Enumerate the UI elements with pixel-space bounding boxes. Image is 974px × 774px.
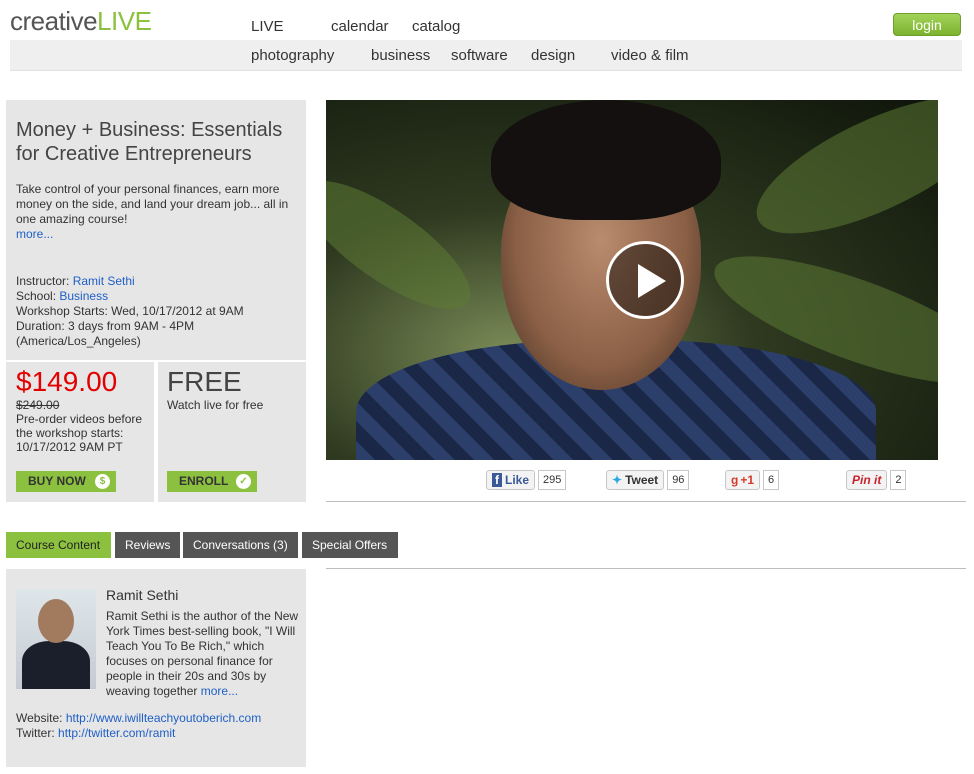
category-design[interactable]: design <box>531 47 575 64</box>
instructor-label: Instructor: <box>16 274 70 288</box>
free-label: FREE <box>167 366 242 397</box>
instructor-photo <box>16 589 96 689</box>
login-button[interactable]: login <box>893 13 961 36</box>
like-label: Like <box>505 473 530 487</box>
tab-reviews[interactable]: Reviews <box>115 532 180 558</box>
course-video[interactable] <box>326 100 938 460</box>
twitter-tweet: ✦ Tweet 96 <box>606 470 690 490</box>
like-count: 295 <box>538 470 567 490</box>
category-business[interactable]: business <box>371 47 430 64</box>
google-plus-button[interactable]: g +1 <box>725 470 761 490</box>
course-info-panel: Money + Business: Essentials for Creativ… <box>6 100 306 360</box>
instructor-links: Website: http://www.iwillteachyoutoberic… <box>16 711 261 741</box>
social-divider <box>326 501 966 502</box>
website-link[interactable]: http://www.iwillteachyoutoberich.com <box>66 711 261 725</box>
tab-special-offers[interactable]: Special Offers <box>302 532 398 558</box>
leaf-decoration <box>739 100 938 261</box>
logo-creative: creative <box>10 6 98 36</box>
tweet-label: Tweet <box>625 473 659 487</box>
tabs-divider <box>326 568 966 569</box>
twitter-label: Twitter: <box>16 726 55 740</box>
facebook-like-button[interactable]: f Like <box>486 470 536 490</box>
enroll-label: ENROLL <box>179 474 229 488</box>
workshop-duration: Duration: 3 days from 9AM - 4PM (America… <box>16 319 195 348</box>
plus-count: 6 <box>763 470 780 490</box>
tab-course-content[interactable]: Course Content <box>6 532 111 558</box>
tweet-button[interactable]: ✦ Tweet <box>606 470 665 490</box>
bio-more-link[interactable]: more... <box>201 684 238 698</box>
logo[interactable]: creativeLIVE <box>10 6 152 37</box>
logo-live: LIVE <box>97 6 152 36</box>
pin-label: Pin it <box>852 473 882 487</box>
free-text: Watch live for free <box>167 398 264 412</box>
paid-option: $149.00 $249.00 Pre-order videos before … <box>6 362 154 502</box>
course-meta: Instructor: Ramit Sethi School: Business… <box>16 274 306 349</box>
old-price: $249.00 <box>16 398 60 412</box>
instructor-bio: Ramit Sethi is the author of the New Yor… <box>106 609 301 699</box>
dollar-icon: $ <box>95 474 110 489</box>
facebook-like: f Like 295 <box>486 470 567 490</box>
photo-body <box>22 641 90 689</box>
tweet-count: 96 <box>667 470 690 490</box>
twitter-bird-icon: ✦ <box>612 473 623 487</box>
course-title: Money + Business: Essentials for Creativ… <box>16 119 283 165</box>
nav-calendar[interactable]: calendar <box>331 18 389 35</box>
free-option: FREE Watch live for free ENROLL ✓ <box>158 362 306 502</box>
instructor-card: Ramit Sethi Ramit Sethi is the author of… <box>6 569 306 767</box>
description-more-link[interactable]: more... <box>16 227 53 241</box>
workshop-start: Workshop Starts: Wed, 10/17/2012 at 9AM <box>16 304 244 318</box>
category-video-film[interactable]: video & film <box>611 47 689 64</box>
preorder-text: Pre-order videos before the workshop sta… <box>16 412 143 454</box>
instructor-name: Ramit Sethi <box>106 587 179 603</box>
photo-head <box>38 599 74 643</box>
course-description: Take control of your personal finances, … <box>16 182 296 242</box>
nav-live[interactable]: LIVE <box>251 18 284 35</box>
buy-now-label: BUY NOW <box>28 474 86 488</box>
instructor-link[interactable]: Ramit Sethi <box>73 274 135 288</box>
school-link[interactable]: Business <box>59 289 108 303</box>
play-icon[interactable] <box>606 241 684 319</box>
check-icon: ✓ <box>236 474 251 489</box>
category-software[interactable]: software <box>451 47 508 64</box>
category-photography[interactable]: photography <box>251 47 334 64</box>
pin-it-button[interactable]: Pin it <box>846 470 888 490</box>
buy-now-button[interactable]: BUY NOW $ <box>16 471 116 492</box>
pin-count: 2 <box>890 470 907 490</box>
website-label: Website: <box>16 711 63 725</box>
twitter-link[interactable]: http://twitter.com/ramit <box>58 726 175 740</box>
nav-catalog[interactable]: catalog <box>412 18 460 35</box>
plus-label: +1 <box>740 473 755 487</box>
video-subject-hair <box>491 100 721 220</box>
school-label: School: <box>16 289 57 303</box>
tab-conversations[interactable]: Conversations (3) <box>183 532 298 558</box>
facebook-icon: f <box>492 473 502 487</box>
category-bar: photography business software design vid… <box>10 40 962 71</box>
leaf-decoration <box>326 158 488 332</box>
enroll-button[interactable]: ENROLL ✓ <box>167 471 257 492</box>
price: $149.00 <box>16 366 118 397</box>
pinterest: Pin it 2 <box>846 470 907 490</box>
google-plus: g +1 6 <box>725 470 780 490</box>
google-icon: g <box>731 473 739 487</box>
description-text: Take control of your personal finances, … <box>16 182 289 226</box>
